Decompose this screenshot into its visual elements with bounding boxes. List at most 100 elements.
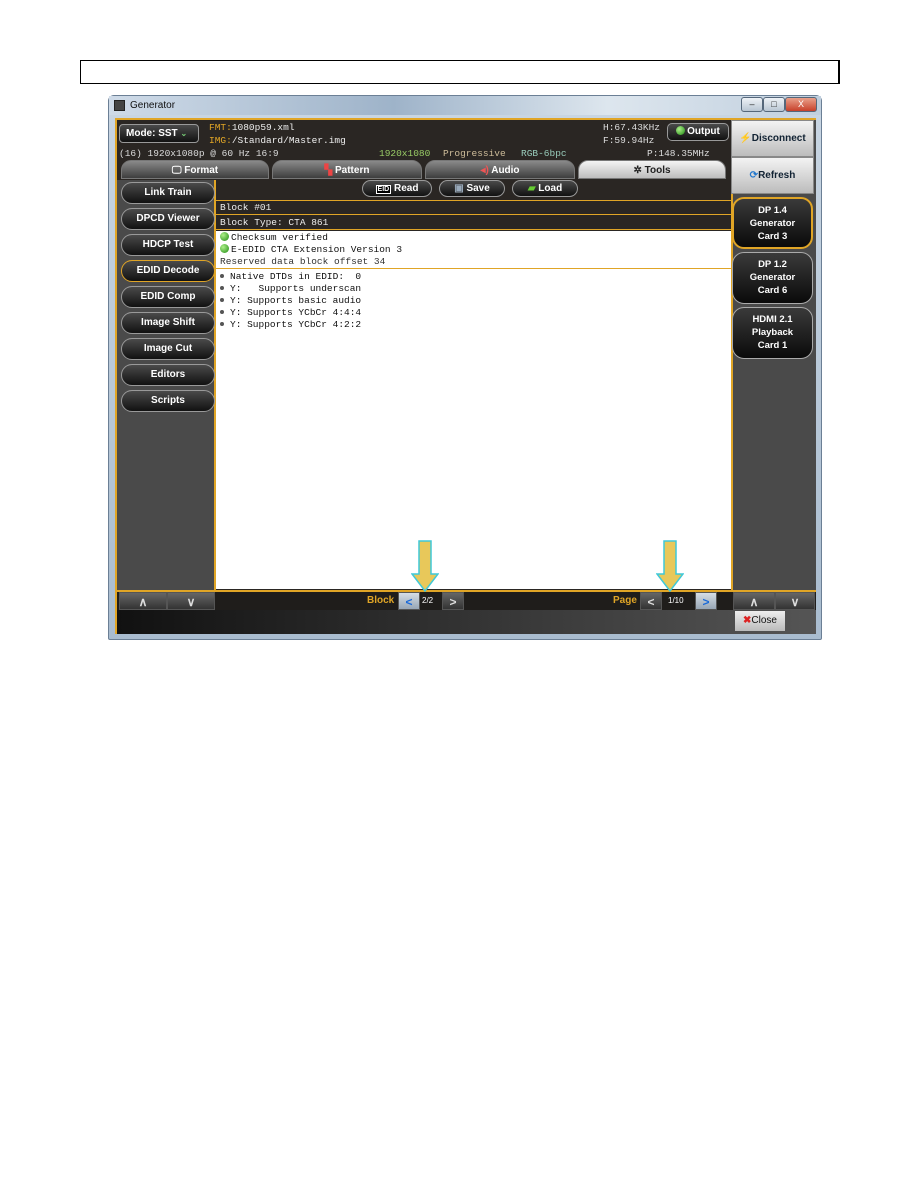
note-line: Reserved data block offset 34 [220,256,386,267]
card-hdmi21-playback[interactable]: HDMI 2.1 Playback Card 1 [732,307,813,359]
read-button[interactable]: EID Read [362,180,432,197]
sidebar-item-edid-decode[interactable]: EDID Decode [121,260,215,282]
refresh-button[interactable]: ⟳Refresh [731,157,814,194]
status-line: E-EDID CTA Extension Version 3 [220,244,727,256]
check-icon [220,232,229,241]
bullet-icon [220,321,224,326]
refresh-icon: ⟳ [749,170,759,181]
bottom-nav: ∧ ∨ Block < 2/2 > Page < 1/10 > ∧ ∨ [117,590,816,610]
card-dp14-generator[interactable]: DP 1.4 Generator Card 3 [732,197,813,249]
check-icon [220,244,229,253]
sidebar-item-edid-comp[interactable]: EDID Comp [121,286,215,308]
app-icon [114,100,125,111]
cards-scroll-down-button[interactable]: ∨ [775,592,815,610]
tab-label: Pattern [335,165,370,176]
minimize-button[interactable]: – [741,97,763,112]
card-line: Generator [749,218,796,229]
edid-decode-panel: Checksum verified E-EDID CTA Extension V… [216,231,731,589]
item-text: Y: Supports basic audio [230,295,362,306]
card-dp12-generator[interactable]: DP 1.2 Generator Card 6 [732,252,813,304]
close-button[interactable]: ✖Close [735,611,785,631]
refresh-label: Refresh [758,170,796,181]
pixel-clock: P:148.35MHz [647,148,710,159]
card-line: HDMI 2.1 [752,314,793,325]
page-prev-button[interactable]: < [640,592,662,610]
tab-audio[interactable]: ◂) Audio [425,160,575,179]
list-item: Y: Supports YCbCr 4:4:4 [216,307,731,319]
left-sidebar: Link Train DPCD Viewer HDCP Test EDID De… [117,180,216,590]
scan-type: Progressive [443,148,506,159]
output-status-icon [676,126,686,135]
folder-icon: ▰ [527,183,536,194]
card-line: Card 3 [757,231,788,242]
item-text: Y: Supports YCbCr 4:2:2 [230,319,362,330]
app-frame: Mode: SST ⌄ FMT:1080p59.xml IMG:/Standar… [115,118,816,634]
img-label: IMG: [209,135,232,146]
title-bar: Generator – □ X [109,96,821,115]
block-prev-button[interactable]: < [398,592,420,610]
page-arrow-annotation [656,540,684,592]
bullet-icon [220,273,224,278]
color-format: RGB-6bpc [521,148,567,159]
status-text: E-EDID CTA Extension Version 3 [231,244,403,255]
list-item: Y: Supports underscan [216,283,731,295]
card-line: DP 1.4 [758,205,787,216]
block-arrow-annotation [411,540,439,592]
generator-window: Generator – □ X Mode: SST ⌄ FMT:1080p59.… [108,95,822,640]
sidebar-item-image-cut[interactable]: Image Cut [121,338,215,360]
sidebar-item-dpcd-viewer[interactable]: DPCD Viewer [121,208,215,230]
load-label: Load [538,183,563,194]
top-header-box [80,60,840,84]
close-label: Close [751,615,777,626]
sidebar-item-link-train[interactable]: Link Train [121,182,215,204]
bullet-icon [220,309,224,314]
sidebar-item-image-shift[interactable]: Image Shift [121,312,215,334]
item-text: Y: Supports underscan [230,283,362,294]
block-label: Block [367,595,395,606]
disconnect-label: Disconnect [751,133,806,144]
page-next-button[interactable]: > [695,592,717,610]
cards-scroll-up-button[interactable]: ∧ [733,592,775,610]
card-line: DP 1.2 [758,259,787,270]
tab-format[interactable]: 🖵 Format [121,160,269,179]
sidebar-item-editors[interactable]: Editors [121,364,215,386]
sidebar-item-hdcp-test[interactable]: HDCP Test [121,234,215,256]
plug-icon: ⚡ [739,133,752,144]
tools-icon: ✲ [633,165,645,176]
status-line: Checksum verified [220,232,727,244]
floppy-icon: ▣ [454,183,464,194]
tab-pattern[interactable]: ▚ Pattern [272,160,422,179]
maximize-button[interactable]: □ [763,97,785,112]
tab-label: Audio [491,165,520,176]
mode-value: Mode: SST [126,128,178,139]
page-label: Page [613,595,637,606]
read-label: Read [394,183,419,194]
load-button[interactable]: ▰ Load [512,180,578,197]
monitor-icon: 🖵 [171,165,185,176]
status-text: Checksum verified [231,232,328,243]
mode-dropdown[interactable]: Mode: SST ⌄ [119,124,199,143]
sidebar-item-scripts[interactable]: Scripts [121,390,215,412]
f-frequency: F:59.94Hz [603,135,655,146]
window-title: Generator [130,100,176,111]
list-item: Native DTDs in EDID: 0 [216,271,731,283]
speaker-icon: ◂) [480,165,492,176]
output-button[interactable]: Output [667,123,729,141]
card-line: Generator [749,272,796,283]
save-button[interactable]: ▣ Save [439,180,505,197]
list-item: Y: Supports basic audio [216,295,731,307]
disconnect-button[interactable]: ⚡Disconnect [731,120,814,157]
close-window-button[interactable]: X [785,97,817,112]
tab-label: Format [184,165,219,176]
sidebar-scroll-down-button[interactable]: ∨ [167,592,215,610]
block-next-button[interactable]: > [442,592,464,610]
save-label: Save [466,183,490,194]
item-text: Native DTDs in EDID: 0 [230,271,362,282]
list-item: Y: Supports YCbCr 4:2:2 [216,319,731,331]
pattern-icon: ▚ [324,165,335,176]
sidebar-scroll-up-button[interactable]: ∧ [119,592,167,610]
img-value: /Standard/Master.img [231,135,346,146]
tab-tools[interactable]: ✲ Tools [578,160,726,179]
tab-label: Tools [644,165,671,176]
resolution: 1920x1080 [379,148,431,159]
